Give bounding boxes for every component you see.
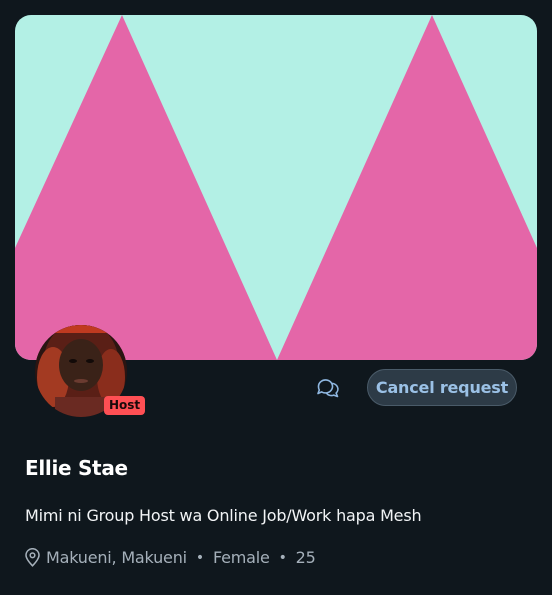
profile-banner: [15, 15, 537, 360]
profile-name: Ellie Stae: [25, 456, 128, 480]
chat-bubbles-icon: [317, 379, 339, 398]
host-badge: Host: [104, 396, 146, 415]
profile-gender: Female: [212, 548, 270, 567]
banner-pattern: [15, 15, 537, 360]
message-button[interactable]: [314, 374, 342, 402]
separator-dot: •: [195, 549, 204, 566]
separator-dot: •: [278, 549, 287, 566]
profile-location: Makueni, Makueni: [46, 548, 187, 567]
profile-bio: Mimi ni Group Host wa Online Job/Work ha…: [25, 506, 422, 525]
profile-age: 25: [295, 548, 316, 567]
location-pin-icon: [24, 548, 41, 567]
cancel-request-button[interactable]: Cancel request: [367, 369, 517, 406]
profile-meta: Makueni, Makueni • Female • 25: [24, 548, 316, 567]
profile-card: Host Cancel request Ellie Stae Mimi ni G…: [0, 0, 552, 595]
